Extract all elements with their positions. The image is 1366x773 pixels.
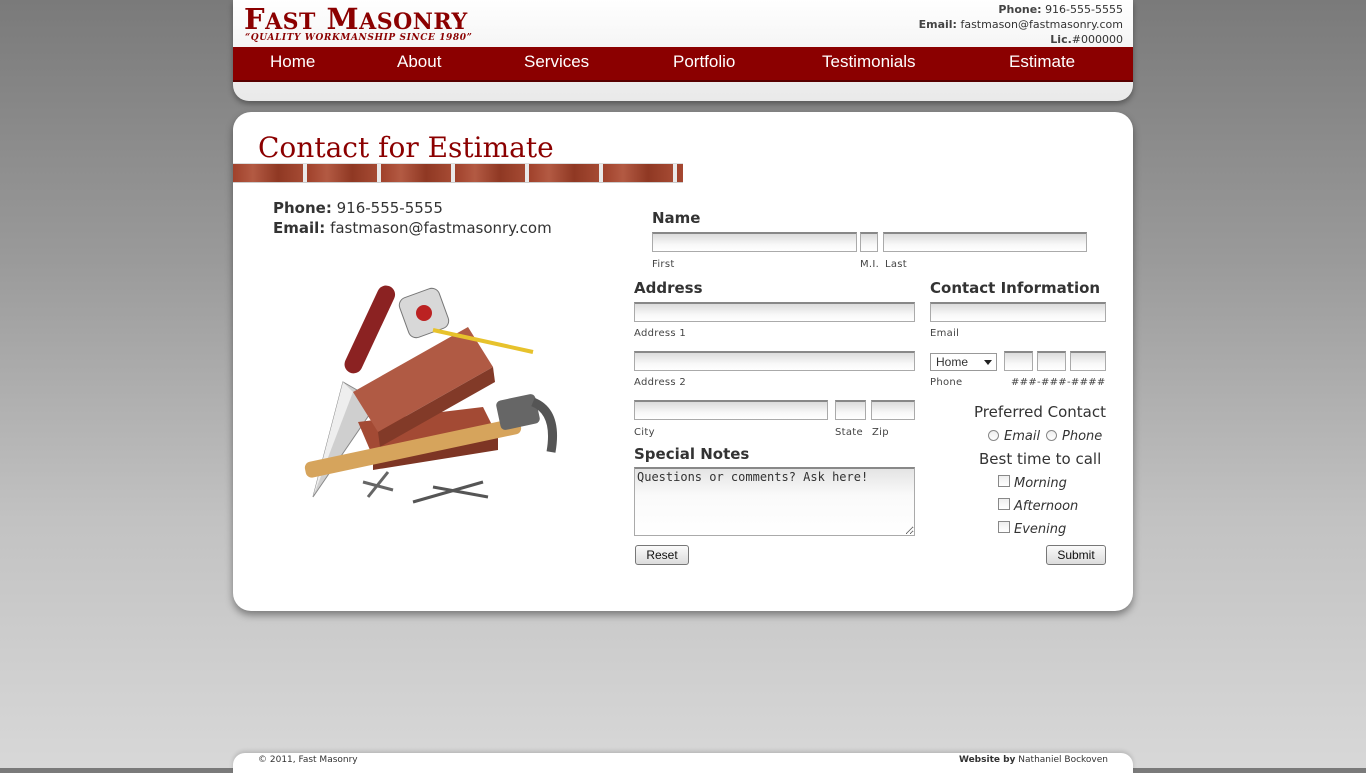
nav-services[interactable]: Services xyxy=(524,52,589,72)
address2-label: Address 2 xyxy=(634,377,687,388)
main-nav: Home About Services Portfolio Testimonia… xyxy=(233,47,1133,82)
preferred-email-radio[interactable] xyxy=(988,430,999,441)
phone-label: Phone xyxy=(930,377,963,388)
evening-label: Evening xyxy=(1014,522,1067,537)
nav-estimate[interactable]: Estimate xyxy=(1009,52,1075,72)
credit-name: Nathaniel Bockoven xyxy=(1018,755,1108,765)
header-contact: Phone: 916-555-5555 Email: fastmason@fas… xyxy=(919,2,1123,47)
phone-type-select[interactable]: Home xyxy=(930,353,997,371)
content-panel: Contact for Estimate Phone: 916-555-5555… xyxy=(233,112,1133,611)
state-input[interactable] xyxy=(835,400,866,420)
address-heading: Address xyxy=(634,279,703,297)
best-time-heading: Best time to call xyxy=(979,450,1102,468)
page-title: Contact for Estimate xyxy=(258,131,554,164)
afternoon-checkbox[interactable] xyxy=(998,498,1010,510)
logo-word-rest: ASONRY xyxy=(359,9,468,35)
address1-input[interactable] xyxy=(634,302,915,322)
city-input[interactable] xyxy=(634,400,828,420)
first-name-input[interactable] xyxy=(652,232,857,252)
brick-divider xyxy=(233,163,683,183)
phone-type-value: Home xyxy=(936,355,969,369)
first-label: First xyxy=(652,259,675,270)
middle-initial-input[interactable] xyxy=(860,232,878,252)
masonry-tools-image xyxy=(304,285,557,504)
chevron-down-icon xyxy=(984,360,992,365)
morning-checkbox[interactable] xyxy=(998,475,1010,487)
last-label: Last xyxy=(885,259,908,270)
email-label: Email: xyxy=(273,219,326,237)
afternoon-label: Afternoon xyxy=(1014,499,1079,514)
tagline: “Quality Workmanship since 1980” xyxy=(245,33,473,43)
preferred-email-label: Email xyxy=(1004,429,1041,444)
reset-button[interactable]: Reset xyxy=(635,545,689,565)
contact-heading: Contact Information xyxy=(930,279,1101,297)
preferred-phone-label: Phone xyxy=(1062,429,1103,444)
email-label: Email xyxy=(930,328,960,339)
notes-textarea[interactable]: Questions or comments? Ask here! xyxy=(634,467,915,536)
phone-label: Phone: xyxy=(998,3,1042,16)
name-heading: Name xyxy=(652,209,701,227)
morning-label: Morning xyxy=(1014,476,1067,491)
credit: Website by Nathaniel Bockoven xyxy=(959,755,1108,765)
city-label: City xyxy=(634,427,655,438)
address2-input[interactable] xyxy=(634,351,915,371)
evening-checkbox[interactable] xyxy=(998,521,1010,533)
state-label: State xyxy=(835,427,863,438)
preferred-contact-heading: Preferred Contact xyxy=(974,403,1106,421)
phone-value: 916-555-5555 xyxy=(336,199,443,217)
submit-button[interactable]: Submit xyxy=(1046,545,1106,565)
copyright: © 2011, Fast Masonry xyxy=(258,755,358,765)
phone-prefix-input[interactable] xyxy=(1037,351,1066,371)
credit-label: Website by xyxy=(958,755,1016,765)
logo-letter: M xyxy=(326,2,360,36)
phone-value: 916-555-5555 xyxy=(1045,3,1123,16)
nav-home[interactable]: Home xyxy=(270,52,315,72)
phone-format-hint: ###-###-#### xyxy=(1011,377,1106,388)
email-label: Email: xyxy=(918,18,957,31)
preferred-phone-radio[interactable] xyxy=(1046,430,1057,441)
phone-area-input[interactable] xyxy=(1004,351,1033,371)
logo-letter: F xyxy=(244,2,266,36)
mi-label: M.I. xyxy=(860,259,880,270)
site-header: FAST MASONRY “Quality Workmanship since … xyxy=(233,0,1133,101)
email-input[interactable] xyxy=(930,302,1106,322)
logo-word-rest: AST xyxy=(265,9,316,35)
contact-info: Phone: 916-555-5555 Email: fastmason@fas… xyxy=(273,198,552,238)
license-label: Lic. xyxy=(1050,33,1072,46)
zip-input[interactable] xyxy=(871,400,915,420)
phone-line-input[interactable] xyxy=(1070,351,1106,371)
address1-label: Address 1 xyxy=(634,328,687,339)
nav-portfolio[interactable]: Portfolio xyxy=(673,52,735,72)
email-value[interactable]: fastmason@fastmasonry.com xyxy=(960,18,1123,31)
notes-heading: Special Notes xyxy=(634,445,750,463)
email-value[interactable]: fastmason@fastmasonry.com xyxy=(330,219,552,237)
phone-label: Phone: xyxy=(273,199,332,217)
last-name-input[interactable] xyxy=(883,232,1087,252)
license-value: #000000 xyxy=(1071,33,1123,46)
zip-label: Zip xyxy=(872,427,889,438)
site-footer: © 2011, Fast Masonry Website by Nathanie… xyxy=(233,753,1133,773)
nav-testimonials[interactable]: Testimonials xyxy=(822,52,916,72)
nav-about[interactable]: About xyxy=(397,52,441,72)
